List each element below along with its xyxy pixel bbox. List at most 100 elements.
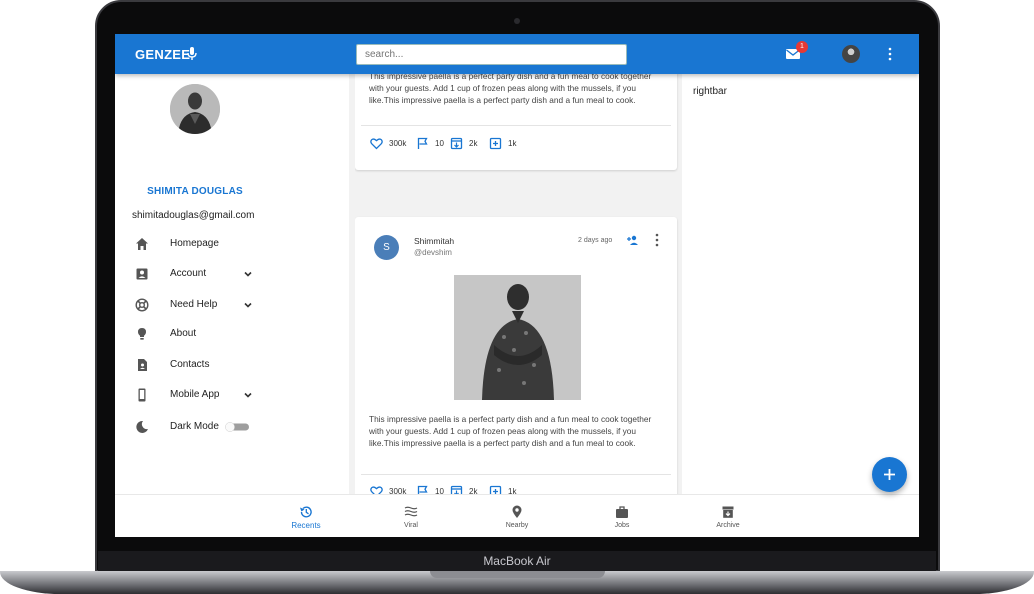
nav-jobs[interactable]: Jobs [592, 495, 652, 537]
add-to-list-button[interactable]: 1k [489, 485, 519, 494]
nav-label: Jobs [614, 522, 630, 529]
flag-count: 10 [435, 139, 444, 148]
save-icon [450, 485, 463, 494]
right-sidebar: rightbar [682, 74, 919, 494]
search-input[interactable] [356, 44, 627, 65]
help-buoy-icon [135, 298, 149, 312]
sidebar-item-label: Dark Mode [170, 421, 219, 432]
app-bar: GENZEE 1 [115, 34, 919, 74]
sidebar-item-need-help[interactable]: Need Help [135, 295, 335, 315]
profile-email: shimitadouglas@gmail.com [132, 210, 255, 221]
history-icon [300, 506, 312, 518]
post-divider [361, 474, 671, 475]
sidebar-item-contacts[interactable]: Contacts [135, 355, 335, 375]
flag-button[interactable]: 10 [416, 137, 446, 151]
heart-icon [370, 138, 383, 150]
nav-label: Recents [291, 521, 321, 530]
contact-file-icon [138, 359, 147, 371]
nav-nearby[interactable]: Nearby [487, 495, 547, 537]
nav-archive[interactable]: Archive [698, 495, 758, 537]
more-vert-icon[interactable] [887, 47, 893, 61]
brand-logo[interactable]: GENZEE [135, 47, 190, 62]
device-label: MacBook Air [483, 554, 551, 568]
add-box-icon [489, 137, 502, 150]
save-button[interactable]: 2k [450, 485, 480, 494]
macbook-frame: GENZEE 1 [0, 0, 1034, 594]
post-image[interactable] [454, 275, 581, 400]
microphone-icon[interactable] [185, 46, 199, 62]
flag-icon [417, 485, 428, 494]
sidebar-item-account[interactable]: Account [135, 264, 335, 284]
nav-label: Nearby [505, 522, 529, 529]
laptop-notch [430, 571, 605, 578]
save-icon [450, 137, 463, 150]
post-text: This impressive paella is a perfect part… [369, 74, 652, 105]
app-screen: GENZEE 1 [115, 34, 919, 537]
flag-count: 10 [435, 487, 444, 494]
sidebar-item-mobile-app[interactable]: Mobile App [135, 385, 335, 405]
heart-icon [370, 486, 383, 494]
save-count: 2k [469, 487, 478, 494]
feed: This impressive paella is a perfect part… [355, 74, 679, 494]
post-card: This impressive paella is a perfect part… [355, 74, 677, 170]
archive-icon [722, 506, 734, 518]
moon-icon [136, 420, 148, 433]
profile-avatar[interactable] [170, 84, 220, 134]
post-actions: 300k 10 2k 1k [370, 137, 570, 151]
sidebar-item-dark-mode[interactable]: Dark Mode [135, 417, 335, 437]
post-photo [454, 275, 581, 400]
sidebar-item-about[interactable]: About [135, 324, 335, 344]
mail-badge: 1 [796, 41, 808, 53]
flag-icon [417, 137, 428, 149]
sidebar-item-label: Homepage [170, 238, 219, 249]
save-count: 2k [469, 139, 478, 148]
add-to-list-button[interactable]: 1k [489, 137, 519, 151]
nav-label: Viral [404, 522, 418, 529]
post-username[interactable]: Shimmitah [414, 236, 454, 246]
location-pin-icon [512, 505, 522, 518]
post-avatar[interactable]: S [374, 235, 399, 260]
lightbulb-icon [138, 328, 146, 340]
flag-button[interactable]: 10 [416, 485, 446, 494]
person-add-icon[interactable] [626, 234, 639, 246]
like-button[interactable]: 300k [370, 485, 407, 494]
dark-mode-toggle[interactable] [225, 422, 249, 432]
profile-photo [170, 84, 220, 134]
more-vert-icon[interactable] [654, 233, 660, 247]
account-box-icon [136, 268, 148, 280]
post-actions: 300k 10 2k 1k [370, 485, 570, 494]
nav-viral[interactable]: Viral [381, 495, 441, 537]
sidebar-item-label: About [170, 328, 197, 339]
post-card: S Shimmitah @devshim 2 days ago This imp… [355, 217, 677, 494]
post-divider [361, 125, 671, 126]
like-count: 300k [389, 487, 407, 494]
profile-name: SHIMITA DOUGLAS [147, 186, 243, 197]
sidebar-item-label: Account [170, 268, 207, 279]
post-text: This impressive paella is a perfect part… [369, 414, 652, 448]
add-count: 1k [508, 487, 517, 494]
like-count: 300k [389, 139, 407, 148]
briefcase-icon [616, 506, 628, 518]
sidebar-item-label: Contacts [170, 359, 210, 370]
add-fab-button[interactable] [872, 457, 907, 492]
nav-label: Archive [716, 522, 740, 529]
post-timestamp: 2 days ago [578, 237, 613, 244]
home-icon [136, 238, 148, 250]
chevron-down-icon[interactable] [243, 269, 253, 279]
post-handle: @devshim [414, 248, 452, 257]
rightbar-label: rightbar [693, 86, 727, 97]
chevron-down-icon[interactable] [243, 300, 253, 310]
sidebar-item-label: Need Help [170, 299, 218, 310]
like-button[interactable]: 300k [370, 137, 407, 151]
chevron-down-icon[interactable] [243, 390, 253, 400]
save-button[interactable]: 2k [450, 137, 480, 151]
bottom-navigation: Recents Viral Nearby Jobs Archive [115, 494, 919, 537]
user-avatar[interactable] [842, 45, 860, 63]
sidebar-item-homepage[interactable]: Homepage [135, 234, 335, 254]
left-sidebar: SHIMITA DOUGLAS shimitadouglas@gmail.com… [115, 74, 349, 494]
nav-recents[interactable]: Recents [276, 495, 336, 537]
waves-icon [404, 506, 418, 517]
sidebar-item-label: Mobile App [170, 389, 220, 400]
webcam [514, 18, 520, 24]
add-count: 1k [508, 139, 517, 148]
